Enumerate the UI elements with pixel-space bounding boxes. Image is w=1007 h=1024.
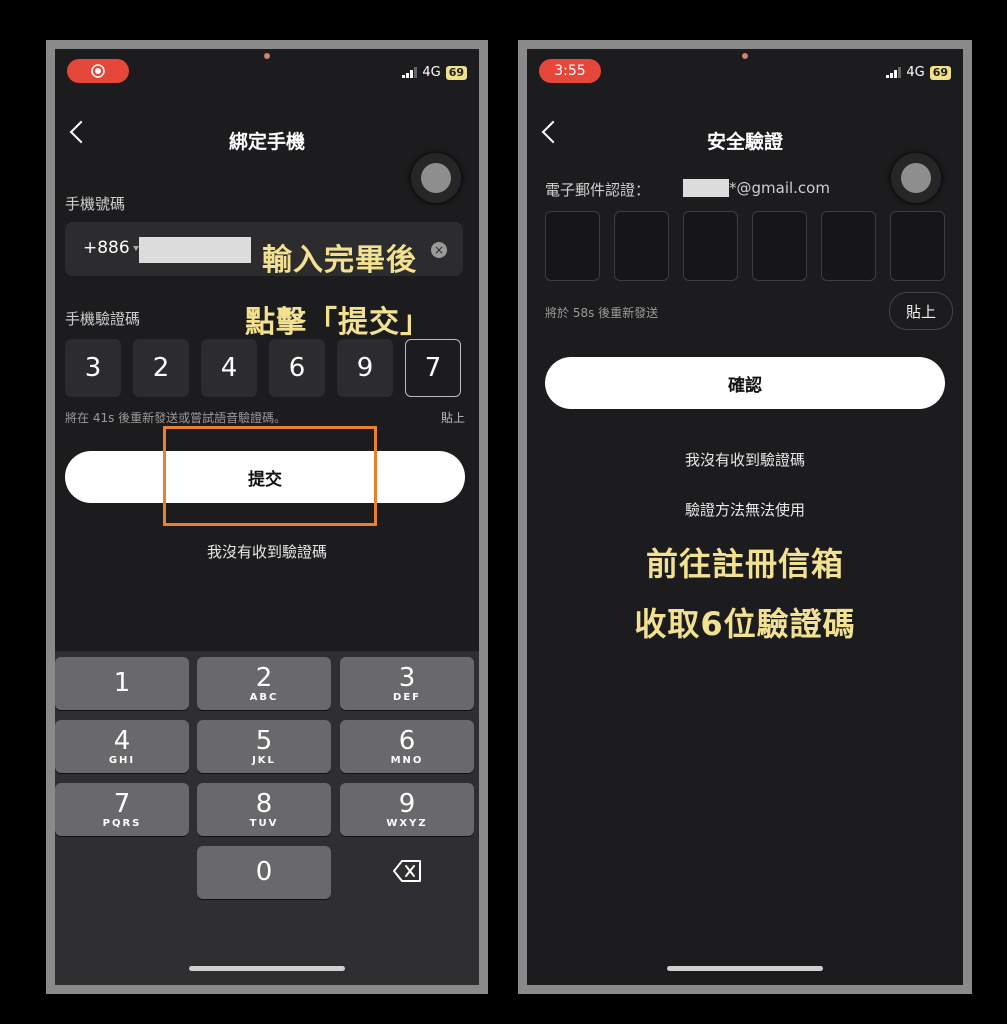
email-verification-label: 電子郵件認證： bbox=[545, 179, 650, 200]
status-time: 3:55 bbox=[539, 59, 601, 83]
code-digit-box[interactable]: 4 bbox=[201, 339, 257, 397]
annotation-enter-complete: 輸入完畢後 bbox=[262, 243, 417, 278]
code-digit-box[interactable] bbox=[752, 211, 807, 281]
key-7[interactable]: 7 PQRS bbox=[55, 783, 189, 836]
sms-code-label: 手機驗證碼 bbox=[65, 310, 141, 328]
status-bar-right: 4G 69 bbox=[402, 65, 467, 80]
security-verification-screen: 3:55 4G 69 安全驗證 電子郵件認證： *@gmail.com 將於 5… bbox=[527, 49, 963, 985]
record-icon bbox=[91, 64, 105, 78]
resend-countdown-hint: 將於 58s 後重新發送 bbox=[545, 306, 659, 320]
signal-icon bbox=[402, 67, 418, 78]
key-4[interactable]: 4 GHI bbox=[55, 720, 189, 773]
key-5[interactable]: 5 JKL bbox=[197, 720, 331, 773]
floating-assistive-button[interactable] bbox=[891, 153, 941, 203]
key-3[interactable]: 3 DEF bbox=[340, 657, 474, 710]
signal-icon bbox=[886, 67, 902, 78]
network-type: 4G bbox=[906, 65, 925, 80]
no-code-received-link[interactable]: 我沒有收到驗證碼 bbox=[55, 541, 479, 562]
code-digit-box[interactable]: 3 bbox=[65, 339, 121, 397]
home-indicator bbox=[189, 966, 345, 971]
key-0[interactable]: 0 bbox=[197, 846, 331, 899]
left-phone: 4G 69 綁定手機 手機號碼 +886 × 輸入完畢後 手機驗證碼 點擊「提交… bbox=[46, 40, 488, 994]
bind-phone-screen: 4G 69 綁定手機 手機號碼 +886 × 輸入完畢後 手機驗證碼 點擊「提交… bbox=[55, 49, 479, 985]
redacted-email bbox=[683, 179, 729, 197]
status-bar-right: 4G 69 bbox=[886, 65, 951, 80]
code-digit-box[interactable]: 9 bbox=[337, 339, 393, 397]
code-digit-box[interactable] bbox=[890, 211, 945, 281]
code-digit-box[interactable]: 6 bbox=[269, 339, 325, 397]
code-digit-box[interactable]: 2 bbox=[133, 339, 189, 397]
camera-dot bbox=[264, 53, 270, 59]
battery-indicator: 69 bbox=[929, 65, 951, 80]
clear-input-icon[interactable]: × bbox=[431, 242, 447, 258]
phone-number-label: 手機號碼 bbox=[65, 195, 126, 213]
numeric-keypad: 1 2 ABC 3 DEF 4 GHI 5 JKL 6 MNO 7 PQRS 8 TUV 9W… bbox=[55, 651, 479, 985]
right-phone: 3:55 4G 69 安全驗證 電子郵件認證： *@gmail.com 將於 5… bbox=[518, 40, 972, 994]
code-digit-box[interactable] bbox=[683, 211, 738, 281]
verification-method-unavailable-link[interactable]: 驗證方法無法使用 bbox=[527, 499, 963, 520]
no-code-received-link[interactable]: 我沒有收到驗證碼 bbox=[527, 449, 963, 470]
redacted-phone-number bbox=[139, 237, 251, 263]
paste-button[interactable]: 貼上 bbox=[889, 292, 953, 330]
key-8[interactable]: 8 TUV bbox=[197, 783, 331, 836]
annotation-get-six-digit-code: 收取6位驗證碼 bbox=[634, 605, 856, 643]
key-9[interactable]: 9 WXYZ bbox=[340, 783, 474, 836]
code-digit-box-active[interactable]: 7 bbox=[405, 339, 461, 397]
key-2[interactable]: 2 ABC bbox=[197, 657, 331, 710]
backspace-icon[interactable] bbox=[393, 859, 423, 883]
network-type: 4G bbox=[422, 65, 441, 80]
annotation-go-to-mailbox: 前往註冊信箱 bbox=[645, 545, 844, 583]
floating-assistive-button[interactable] bbox=[411, 153, 461, 203]
page-title: 安全驗證 bbox=[706, 131, 783, 153]
email-label-text: 電子郵件認證： bbox=[545, 181, 651, 199]
paste-link[interactable]: 貼上 bbox=[441, 409, 465, 426]
key-1[interactable]: 1 bbox=[55, 657, 189, 710]
code-digit-box[interactable] bbox=[821, 211, 876, 281]
highlight-box bbox=[163, 426, 377, 526]
page-title: 綁定手機 bbox=[228, 131, 305, 153]
email-code-boxes[interactable] bbox=[545, 211, 945, 281]
battery-indicator: 69 bbox=[445, 65, 467, 80]
resend-countdown-hint: 將在 41s 後重新發送或嘗試語音驗證碼。 bbox=[65, 411, 287, 425]
camera-dot bbox=[742, 53, 748, 59]
home-indicator bbox=[667, 966, 823, 971]
email-suffix: *@gmail.com bbox=[729, 179, 830, 197]
code-digit-box[interactable] bbox=[614, 211, 669, 281]
code-digit-box[interactable] bbox=[545, 211, 600, 281]
annotation-click-submit: 點擊「提交」 bbox=[245, 305, 431, 340]
key-6[interactable]: 6 MNO bbox=[340, 720, 474, 773]
recording-indicator bbox=[67, 59, 129, 83]
confirm-button[interactable]: 確認 bbox=[545, 357, 945, 409]
sms-code-boxes[interactable]: 3 2 4 6 9 7 bbox=[65, 339, 461, 397]
country-code[interactable]: +886 bbox=[83, 238, 130, 258]
